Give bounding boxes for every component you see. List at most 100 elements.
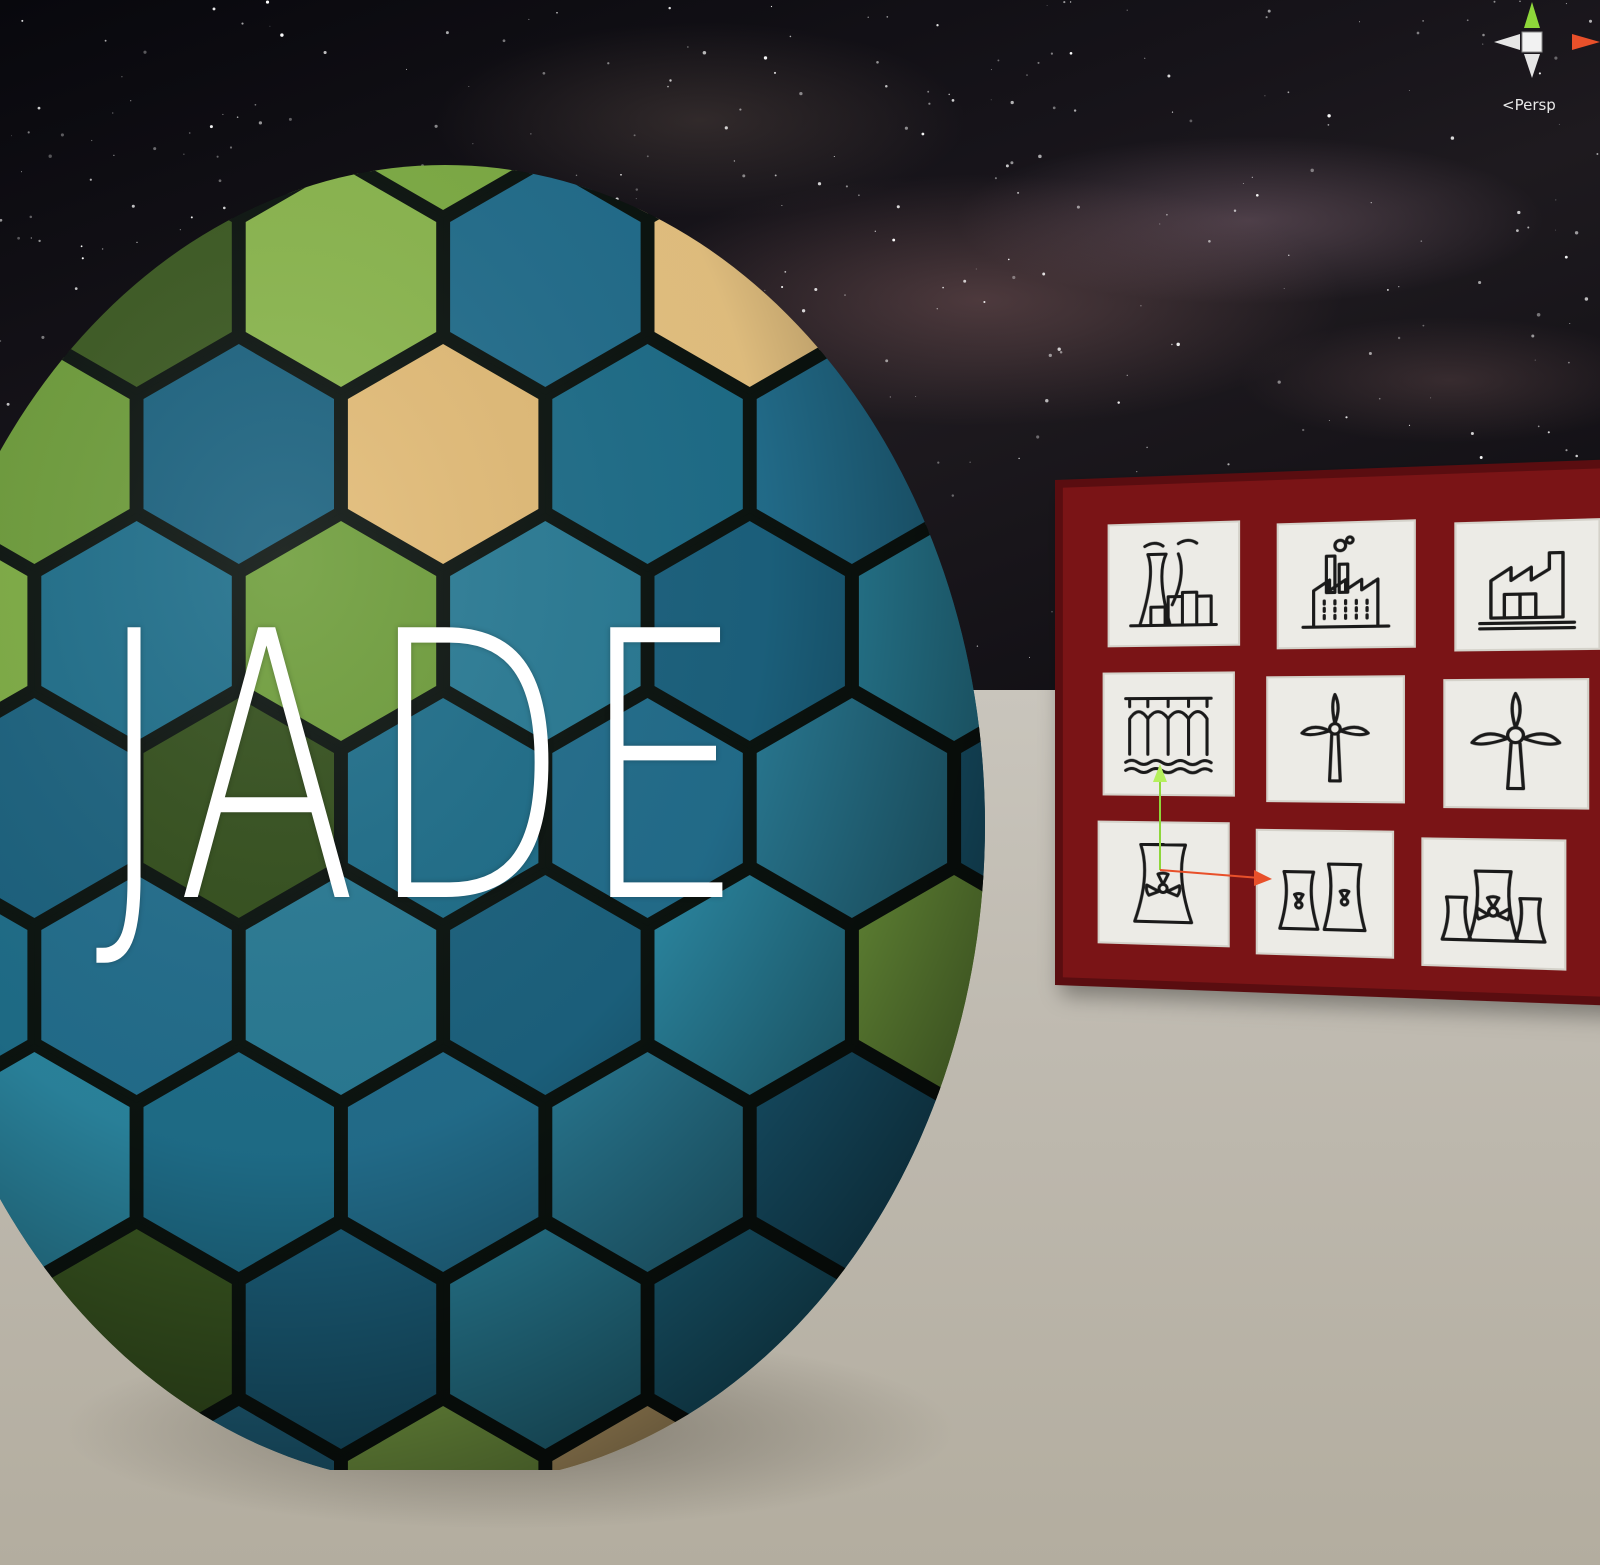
hex-tile[interactable] <box>958 1048 985 1276</box>
star <box>1535 360 1536 361</box>
star <box>1369 352 1372 355</box>
star <box>1288 91 1290 93</box>
star <box>446 31 449 34</box>
orient-center-cube-icon[interactable] <box>1522 32 1542 52</box>
gizmo-x-axis[interactable] <box>1160 870 1260 878</box>
star <box>1060 351 1063 354</box>
star <box>105 40 107 42</box>
star <box>1051 53 1053 55</box>
hex-tile[interactable] <box>0 80 133 214</box>
hex-tile[interactable] <box>855 163 985 391</box>
hex-tile[interactable] <box>958 340 985 568</box>
star <box>280 33 283 36</box>
star <box>1398 337 1400 339</box>
star <box>1548 431 1550 433</box>
star <box>1266 16 1268 18</box>
tile-nuclear-plant-triple[interactable] <box>1421 837 1566 970</box>
star <box>1471 432 1474 435</box>
tile-factory[interactable] <box>1277 519 1416 649</box>
star <box>121 76 122 77</box>
star <box>1252 177 1253 178</box>
game-viewport[interactable]: JADE <Persp <box>0 0 1600 1565</box>
star <box>543 72 546 75</box>
star <box>406 69 407 70</box>
star <box>1012 276 1015 279</box>
orient-neg-y-cone-icon[interactable] <box>1524 54 1540 78</box>
projection-label[interactable]: <Persp <box>1502 96 1556 114</box>
star <box>1527 226 1529 228</box>
star <box>1538 426 1540 428</box>
star <box>995 177 997 179</box>
star <box>1058 348 1061 351</box>
star <box>1047 5 1048 6</box>
star <box>1422 325 1424 327</box>
star <box>1517 211 1520 214</box>
star <box>1008 259 1010 261</box>
star <box>213 7 216 10</box>
star <box>143 51 146 54</box>
star <box>1359 21 1360 22</box>
star <box>1117 401 1119 403</box>
star <box>1421 240 1423 242</box>
star <box>1144 58 1145 59</box>
star <box>21 20 23 22</box>
star <box>1010 161 1013 164</box>
gizmo-x-arrow-icon[interactable] <box>1254 870 1272 886</box>
star <box>1167 75 1170 78</box>
star <box>1166 214 1168 216</box>
star <box>1480 456 1483 459</box>
star <box>1053 107 1056 110</box>
hex-tile[interactable] <box>753 1402 950 1470</box>
star <box>1409 90 1410 91</box>
star <box>771 6 772 7</box>
star <box>1159 224 1160 225</box>
star <box>886 16 888 18</box>
star <box>1049 354 1052 357</box>
hex-tile[interactable] <box>958 80 985 214</box>
star <box>1569 323 1570 324</box>
star <box>1585 297 1588 300</box>
tile-industrial-building[interactable] <box>1454 518 1600 651</box>
star <box>687 46 688 47</box>
star <box>1288 255 1289 256</box>
hex-tile[interactable] <box>0 1225 31 1453</box>
star <box>1063 1 1065 3</box>
star <box>1387 289 1389 291</box>
large-wind-turbine-icon <box>1460 690 1572 798</box>
energy-build-panel <box>1055 458 1600 1006</box>
orient-y-cone-icon[interactable] <box>1524 2 1540 28</box>
orient-x-cone-icon[interactable] <box>1572 34 1600 50</box>
star <box>1409 425 1410 426</box>
star <box>1516 229 1519 232</box>
star <box>1037 62 1039 64</box>
star <box>1398 286 1399 287</box>
star <box>266 1 269 4</box>
star <box>1171 344 1172 345</box>
star <box>936 24 938 26</box>
tile-large-wind-turbine[interactable] <box>1443 678 1589 810</box>
star <box>1417 32 1420 35</box>
star <box>1172 112 1173 113</box>
star <box>1127 10 1128 11</box>
star <box>876 61 879 64</box>
star <box>1565 449 1567 451</box>
star <box>1327 114 1330 117</box>
star <box>1575 231 1578 234</box>
orient-neg-x-cone-icon[interactable] <box>1494 34 1520 50</box>
star <box>1051 611 1052 612</box>
industrial-building-icon <box>1471 530 1584 639</box>
hex-tile[interactable] <box>958 1402 985 1470</box>
hex-tile[interactable] <box>0 163 31 391</box>
tile-coal-power-plant[interactable] <box>1108 520 1241 647</box>
hex-tile[interactable] <box>855 1225 985 1453</box>
star <box>991 99 992 100</box>
star <box>1268 10 1271 13</box>
hex-tile[interactable] <box>753 80 950 214</box>
transform-gizmo[interactable] <box>1120 750 1300 910</box>
hex-tile[interactable] <box>0 1402 133 1470</box>
factory-icon <box>1292 531 1399 638</box>
gizmo-y-arrow-icon[interactable] <box>1153 764 1167 782</box>
star <box>764 56 767 59</box>
nuclear-plant-triple-icon <box>1438 849 1550 958</box>
star <box>1136 471 1137 472</box>
